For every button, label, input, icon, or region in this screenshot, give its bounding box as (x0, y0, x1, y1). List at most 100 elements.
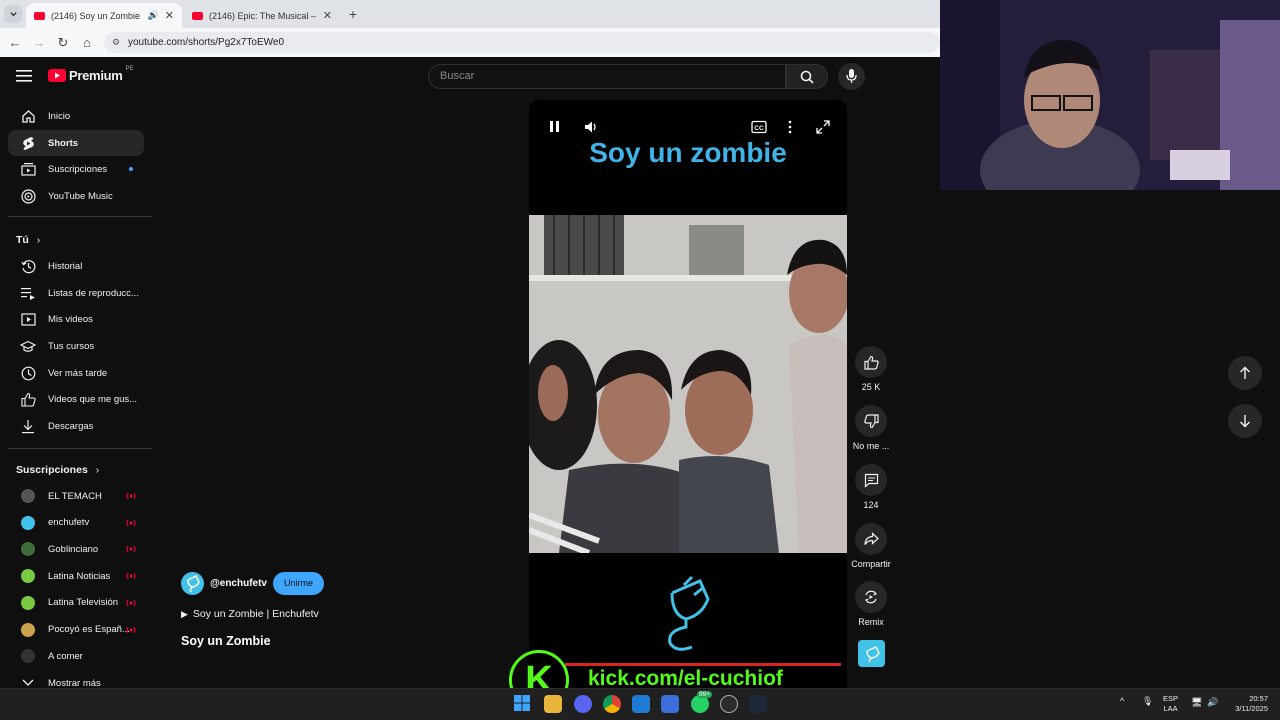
dislike-button[interactable] (855, 405, 887, 437)
voice-search-button[interactable] (838, 63, 865, 90)
captions-icon: CC (751, 120, 767, 134)
browser-tab[interactable]: (2146) Epic: The Musical – La E ✕ (184, 3, 340, 28)
sidebar-item-inicio[interactable]: Inicio (8, 103, 144, 129)
sidebar-subscription-item[interactable]: A comer (8, 643, 144, 669)
channel-handle[interactable]: @enchufetv (210, 578, 267, 589)
url-text: youtube.com/shorts/Pg2x7ToEWe0 (128, 37, 285, 48)
sidebar-subscription-item[interactable]: EL TEMACH (8, 483, 144, 509)
sidebar-item-shorts[interactable]: Shorts (8, 130, 144, 156)
site-info-icon[interactable]: ⚙ (112, 32, 120, 53)
sidebar-subscription-item[interactable]: Goblinciano (8, 536, 144, 562)
playlist-link[interactable]: ▶ Soy un Zombie | Enchufetv (181, 608, 319, 620)
back-button[interactable]: ← (3, 35, 27, 50)
search-icon (800, 70, 814, 84)
youtube-premium-logo[interactable]: Premium PE (48, 65, 134, 83)
playlists-icon (8, 287, 48, 300)
discord-icon[interactable] (574, 695, 592, 713)
address-bar[interactable]: ⚙ youtube.com/shorts/Pg2x7ToEWe0 (104, 32, 940, 53)
steam-icon[interactable] (749, 695, 767, 713)
sidebar-item-mis-videos[interactable]: Mis videos (8, 306, 144, 332)
sidebar-item-liked-videos[interactable]: Videos que me gus... (8, 386, 144, 412)
browser-tabstrip: (2146) Soy un Zombie - You 🔊 ✕ (2146) Ep… (0, 0, 940, 28)
sidebar-item-tus-cursos[interactable]: Tus cursos (8, 333, 144, 359)
system-clock[interactable]: 20:57 3/11/2025 (1228, 694, 1268, 714)
subscriptions-icon (8, 162, 48, 176)
chevron-right-icon: › (36, 234, 41, 246)
comments-button[interactable] (855, 464, 887, 496)
show-more-label: Mostrar más (48, 677, 101, 689)
thumbs-up-icon (863, 355, 879, 370)
keyboard-layout: LAA (1163, 704, 1178, 713)
browser-tab-active[interactable]: (2146) Soy un Zombie - You 🔊 ✕ (26, 3, 182, 28)
channel-avatar-icon (8, 595, 48, 610)
volume-button[interactable] (583, 119, 599, 140)
network-icon[interactable]: 🖥 (1191, 697, 1202, 708)
arrow-up-icon (1240, 366, 1250, 379)
arrow-down-icon (1240, 415, 1250, 428)
previous-short-button[interactable] (1228, 356, 1262, 390)
close-tab-icon[interactable]: ✕ (323, 9, 332, 22)
file-explorer-icon[interactable] (544, 695, 562, 713)
search-button[interactable] (786, 64, 828, 89)
search-input[interactable]: Buscar (428, 64, 786, 89)
sidebar-subscription-item[interactable]: Pocoyó es Españ... (8, 617, 144, 643)
reload-button[interactable]: ↻ (51, 35, 75, 51)
sidebar-subscription-item[interactable]: Latina Televisión (8, 590, 144, 616)
new-tab-button[interactable]: + (344, 5, 362, 23)
subs-heading-label: Suscripciones (16, 464, 88, 476)
sidebar-item-descargas[interactable]: Descargas (8, 413, 144, 439)
remix-button[interactable] (855, 581, 887, 613)
brand-name: Premium (69, 68, 123, 83)
vscode-icon[interactable] (632, 695, 650, 713)
tray-overflow-icon[interactable]: ^ (1120, 696, 1124, 706)
join-button[interactable]: Unirme (273, 572, 324, 595)
chevron-down-icon (8, 679, 48, 687)
share-label: Compartir (851, 559, 891, 569)
sidebar-item-ver-mas-tarde[interactable]: Ver más tarde (8, 360, 144, 386)
channel-avatar[interactable] (181, 572, 204, 595)
speaker-icon[interactable]: 🔊 (148, 10, 159, 21)
language-code: ESP (1163, 694, 1179, 703)
app-icon[interactable] (661, 695, 679, 713)
like-button[interactable] (855, 346, 887, 378)
history-icon (8, 259, 48, 274)
microphone-icon[interactable]: 🎙 (1142, 696, 1153, 707)
remix-icon (864, 590, 878, 604)
speaker-icon[interactable]: 🔊 (1207, 697, 1218, 708)
obs-icon[interactable] (720, 695, 738, 713)
enchufetv-plug-logo (662, 575, 712, 656)
video-progress-bar[interactable] (565, 663, 841, 666)
windows-start-button[interactable] (514, 695, 532, 713)
plug-icon (668, 575, 710, 651)
share-button[interactable] (855, 523, 887, 555)
more-options-button[interactable] (786, 120, 794, 139)
hamburger-menu-icon[interactable] (16, 69, 32, 88)
sidebar-item-youtube-music[interactable]: YouTube Music (8, 183, 144, 209)
pause-icon (550, 121, 559, 132)
forward-button[interactable]: → (27, 35, 51, 50)
sound-thumbnail[interactable] (858, 640, 885, 667)
next-short-button[interactable] (1228, 404, 1262, 438)
sidebar-item-historial[interactable]: Historial (8, 253, 144, 279)
tab-title: (2146) Epic: The Musical – La E (209, 10, 317, 21)
input-language-indicator[interactable]: ESP LAA (1163, 694, 1178, 714)
sidebar-item-label: Pocoyó es Españ... (48, 624, 130, 635)
pause-button[interactable] (548, 119, 562, 140)
sidebar-item-label: Listas de reproducc... (48, 287, 139, 299)
captions-button[interactable]: CC (751, 120, 767, 139)
share-icon (863, 532, 879, 545)
sidebar-item-playlists[interactable]: Listas de reproducc... (8, 280, 144, 306)
sidebar-subscriptions-heading[interactable]: Suscripciones › (16, 464, 99, 476)
chevron-down-icon (9, 11, 17, 16)
sidebar-subscription-item[interactable]: Latina Noticias (8, 563, 144, 589)
sidebar-item-suscripciones[interactable]: Suscripciones (8, 156, 144, 182)
sidebar-item-label: Ver más tarde (48, 367, 108, 379)
sidebar-subscription-item[interactable]: enchufetv (8, 510, 144, 536)
close-tab-icon[interactable]: ✕ (165, 9, 174, 22)
sidebar-you-heading[interactable]: Tú › (16, 234, 40, 246)
tab-search-button[interactable] (4, 5, 22, 23)
chrome-icon[interactable] (603, 695, 621, 713)
fullscreen-button[interactable] (816, 120, 830, 139)
country-badge: PE (125, 65, 134, 72)
home-button[interactable]: ⌂ (75, 35, 99, 50)
